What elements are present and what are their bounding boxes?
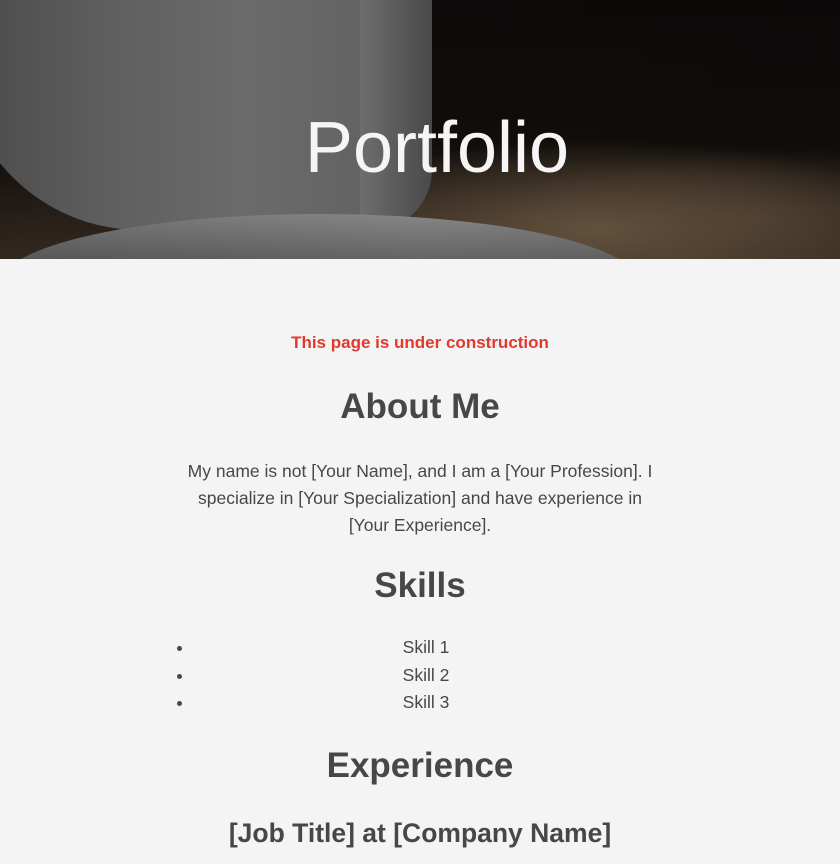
skills-list: Skill 1 Skill 2 Skill 3 — [182, 634, 658, 717]
skill-item: Skill 1 — [194, 634, 658, 662]
about-section: About Me My name is not [Your Name], and… — [182, 386, 658, 539]
hero-banner: Portfolio — [0, 0, 840, 259]
hero-title: Portfolio — [304, 108, 570, 188]
job-title: [Job Title] at [Company Name] — [228, 817, 612, 848]
skills-heading: Skills — [374, 566, 466, 605]
about-heading: About Me — [340, 387, 500, 426]
experience-heading: Experience — [326, 745, 514, 785]
skill-item: Skill 2 — [194, 662, 658, 690]
construction-notice: This page is under construction — [291, 333, 549, 352]
skills-section: Skills Skill 1 Skill 2 Skill 3 — [182, 565, 658, 717]
experience-section: Experience [Job Title] at [Company Name] — [182, 745, 658, 849]
skill-item: Skill 3 — [194, 689, 658, 717]
about-text: My name is not [Your Name], and I am a [… — [187, 461, 653, 535]
main-content: This page is under construction About Me… — [182, 259, 658, 849]
